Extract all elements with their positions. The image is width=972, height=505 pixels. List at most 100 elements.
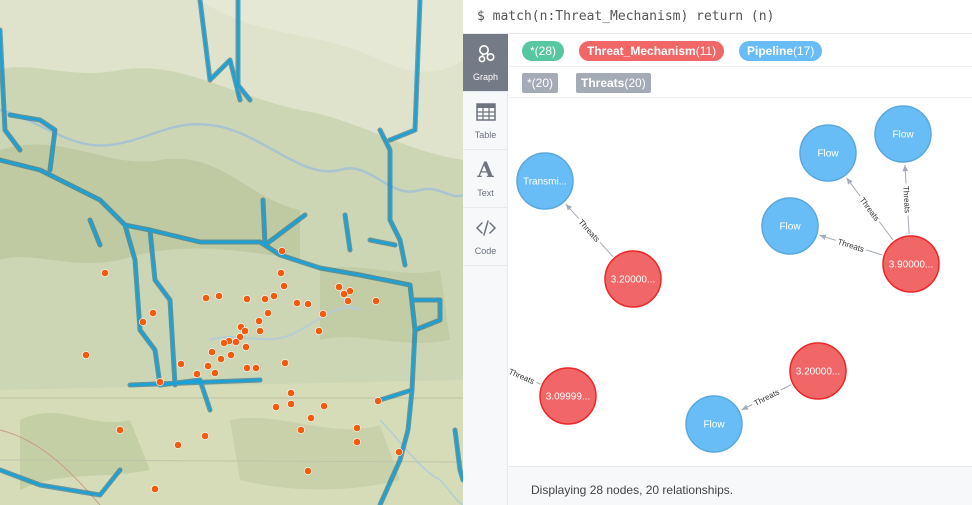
text-icon: A: [477, 157, 494, 182]
threat-mechanism-node[interactable]: 3.90000...: [882, 235, 940, 293]
relationship-threats[interactable]: Threats: [901, 164, 914, 235]
map-point[interactable]: [264, 309, 272, 317]
map-point[interactable]: [319, 310, 327, 318]
tab-table-label: Table: [474, 130, 497, 140]
map-point[interactable]: [320, 402, 328, 410]
map-point[interactable]: [208, 348, 216, 356]
threat-mechanism-node[interactable]: 3.20000...: [604, 250, 662, 308]
tab-text-label: Text: [477, 188, 494, 198]
map-point[interactable]: [307, 414, 315, 422]
map-point[interactable]: [255, 317, 263, 325]
map-point[interactable]: [82, 351, 90, 359]
map-point[interactable]: [272, 403, 280, 411]
map-point[interactable]: [304, 300, 312, 308]
map-point[interactable]: [304, 467, 312, 475]
tab-graph-label: Graph: [472, 72, 498, 82]
node-caption: 3.90000...: [889, 260, 933, 271]
tab-table[interactable]: Table: [463, 92, 508, 150]
map-point[interactable]: [217, 355, 225, 363]
map-point[interactable]: [256, 327, 264, 335]
relationship-label: Threats: [577, 218, 602, 244]
threat-mechanism-node[interactable]: 3.20000...: [789, 342, 847, 400]
map-point[interactable]: [215, 292, 223, 300]
map-point[interactable]: [287, 400, 295, 408]
node-caption: Flow: [703, 420, 725, 431]
map-point[interactable]: [139, 318, 147, 326]
map-point[interactable]: [243, 295, 251, 303]
map-point[interactable]: [353, 438, 361, 446]
map-point[interactable]: [278, 247, 286, 255]
map-point[interactable]: [315, 327, 323, 335]
map-point[interactable]: [202, 294, 210, 302]
reltype-tag-threats[interactable]: Threats(20): [576, 73, 651, 93]
map-point[interactable]: [287, 389, 295, 397]
map-point[interactable]: [174, 441, 182, 449]
tab-graph[interactable]: Graph: [463, 34, 508, 92]
map-point[interactable]: [232, 338, 240, 346]
map-point[interactable]: [277, 269, 285, 277]
label-pill-all-count: (28): [534, 44, 557, 58]
label-pill-threat-mechanism-count: (11): [695, 44, 717, 58]
label-pill-threat-mechanism-name: Threat_Mechanism: [587, 44, 696, 58]
map-point[interactable]: [395, 448, 403, 456]
map-point[interactable]: [116, 426, 124, 434]
map-point[interactable]: [297, 426, 305, 434]
pipeline-node[interactable]: Flow: [874, 105, 932, 163]
relationship-label: Threats: [837, 237, 866, 254]
map-point[interactable]: [243, 364, 251, 372]
map-point[interactable]: [293, 299, 301, 307]
map-view[interactable]: [0, 0, 463, 505]
reltype-tag-threats-count: (20): [624, 76, 646, 90]
relationship-threats[interactable]: Threats: [819, 234, 883, 256]
map-point[interactable]: [242, 343, 250, 351]
map-point[interactable]: [101, 269, 109, 277]
pipeline-node[interactable]: Flow: [761, 197, 819, 255]
map-point[interactable]: [344, 297, 352, 305]
map-point[interactable]: [372, 297, 380, 305]
map-point[interactable]: [193, 370, 201, 378]
map-point[interactable]: [204, 362, 212, 370]
map-point[interactable]: [220, 339, 228, 347]
map-point[interactable]: [156, 378, 164, 386]
map-point[interactable]: [149, 309, 157, 317]
map-point[interactable]: [281, 359, 289, 367]
label-pill-all[interactable]: *(28): [522, 41, 565, 61]
query-text[interactable]: $ match(n:Threat_Mechanism) return (n): [477, 9, 774, 24]
map-point[interactable]: [211, 369, 219, 377]
relationship-types-row: *(20) Threats(20): [508, 67, 972, 98]
map-point[interactable]: [201, 432, 209, 440]
threat-mechanism-node[interactable]: 3.09999...: [539, 367, 597, 425]
map-point[interactable]: [151, 485, 159, 493]
reltype-tag-all[interactable]: *(20): [522, 73, 559, 93]
map-point[interactable]: [227, 351, 235, 359]
node-caption: 3.20000...: [611, 275, 655, 286]
relationship-threats[interactable]: Threats: [565, 203, 614, 258]
map-point[interactable]: [177, 360, 185, 368]
node-caption: Transmi...: [523, 177, 567, 188]
reltype-tag-threats-name: Threats: [581, 76, 625, 90]
map-point[interactable]: [270, 292, 278, 300]
tab-text[interactable]: A Text: [463, 150, 508, 208]
pipeline-node[interactable]: Transmi...: [516, 152, 574, 210]
relationship-threats[interactable]: Threats: [508, 365, 541, 387]
map-point[interactable]: [335, 283, 343, 291]
map-point[interactable]: [252, 364, 260, 372]
relationship-threats[interactable]: Threats: [846, 177, 894, 241]
label-pill-threat-mechanism[interactable]: Threat_Mechanism(11): [579, 41, 725, 61]
relationship-label: Threats: [858, 196, 881, 223]
relationship-threats[interactable]: Threats: [741, 384, 792, 411]
map-point[interactable]: [241, 327, 249, 335]
graph-canvas[interactable]: Threats Threats Threats Threats Threats Threa…: [508, 98, 972, 466]
map-point[interactable]: [261, 295, 269, 303]
pipeline-node[interactable]: Flow: [685, 395, 743, 453]
pipeline-node[interactable]: Flow: [799, 124, 857, 182]
node-caption: Flow: [779, 222, 801, 233]
tab-code[interactable]: Code: [463, 208, 508, 266]
query-bar[interactable]: $ match(n:Threat_Mechanism) return (n): [463, 0, 972, 34]
map-point[interactable]: [353, 424, 361, 432]
map-point[interactable]: [374, 397, 382, 405]
label-pill-pipeline[interactable]: Pipeline(17): [739, 41, 823, 61]
map-canvas[interactable]: [0, 0, 463, 505]
map-point[interactable]: [280, 282, 288, 290]
map-point[interactable]: [340, 290, 348, 298]
